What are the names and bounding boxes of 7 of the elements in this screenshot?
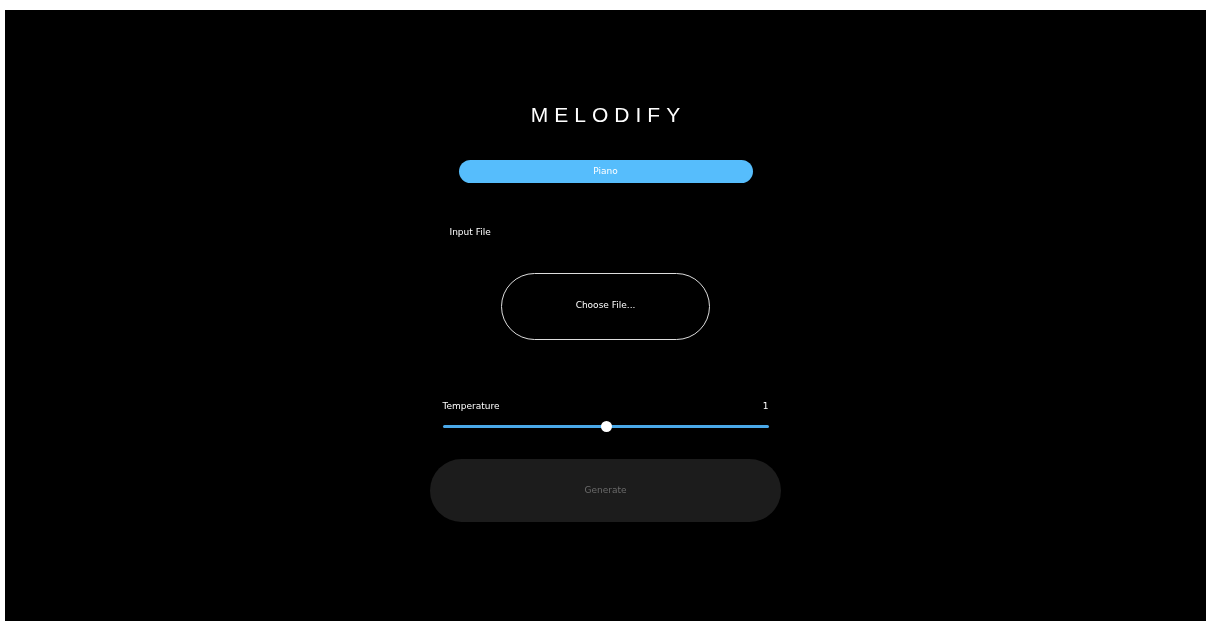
slider-label: Temperature (442, 399, 500, 413)
app-title: MELODIFY (529, 104, 687, 125)
slider-thumb[interactable] (600, 421, 612, 432)
field-label: Input File (449, 226, 491, 239)
instrument-button[interactable]: Piano (458, 160, 753, 183)
slider-value: 1 (762, 399, 769, 413)
choose-file-button[interactable]: Choose File... (501, 272, 710, 340)
